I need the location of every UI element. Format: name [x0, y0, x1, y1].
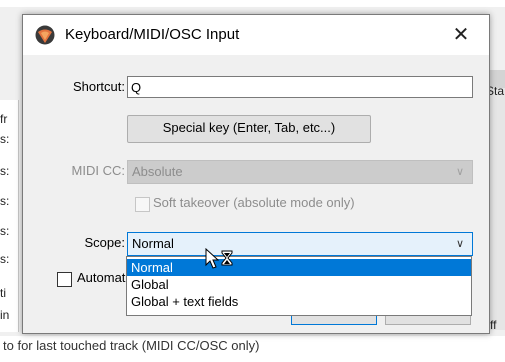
background-text: ff	[490, 318, 497, 332]
dialog-titlebar[interactable]: Keyboard/MIDI/OSC Input ✕	[23, 15, 489, 55]
background-text: s:	[0, 194, 10, 208]
background-text: s:	[0, 252, 10, 266]
background-text: s:	[0, 224, 10, 238]
chevron-down-icon: ∨	[455, 166, 464, 178]
dialog-title: Keyboard/MIDI/OSC Input	[65, 26, 240, 43]
background-bottom-text: to for last touched track (MIDI CC/OSC o…	[0, 336, 505, 362]
soft-takeover-label: Soft takeover (absolute mode only)	[153, 195, 355, 210]
shortcut-label: Shortcut:	[72, 79, 125, 94]
close-button[interactable]: ✕	[441, 19, 481, 51]
scope-option-normal[interactable]: Normal	[127, 259, 471, 276]
shortcut-input[interactable]: Q	[127, 76, 473, 98]
scope-label: Scope:	[84, 235, 125, 250]
midi-cc-value: Absolute	[132, 164, 183, 179]
background-text: s:	[0, 164, 10, 178]
midi-cc-label: MIDI CC:	[71, 163, 125, 178]
close-icon: ✕	[452, 24, 470, 46]
background-text: s:	[0, 132, 10, 146]
scope-option-global[interactable]: Global	[127, 276, 471, 293]
scope-select[interactable]: Normal ∨	[127, 232, 473, 256]
chevron-down-icon: ∨	[455, 238, 464, 250]
midi-cc-select[interactable]: Absolute ∨	[127, 160, 473, 184]
background-text: fr	[0, 112, 8, 126]
background-left-list: fr s: s: s: s: s: ti in	[0, 100, 19, 332]
scope-value: Normal	[132, 236, 174, 251]
automation-checkbox[interactable]	[57, 272, 72, 287]
reaper-app-icon	[35, 25, 55, 45]
busy-cursor-icon	[205, 248, 233, 269]
background-top-strip	[0, 0, 505, 7]
background-bottom-label: to for last touched track (MIDI CC/OSC o…	[3, 338, 260, 353]
background-text: in	[0, 308, 10, 322]
automation-label: Automat	[77, 270, 126, 285]
scope-dropdown-list: Normal Global Global + text fields	[126, 256, 472, 316]
background-text: ti	[0, 286, 6, 300]
scope-option-global-text-fields[interactable]: Global + text fields	[127, 293, 471, 310]
soft-takeover-checkbox[interactable]	[135, 197, 150, 212]
special-key-button[interactable]: Special key (Enter, Tab, etc...)	[127, 115, 371, 143]
